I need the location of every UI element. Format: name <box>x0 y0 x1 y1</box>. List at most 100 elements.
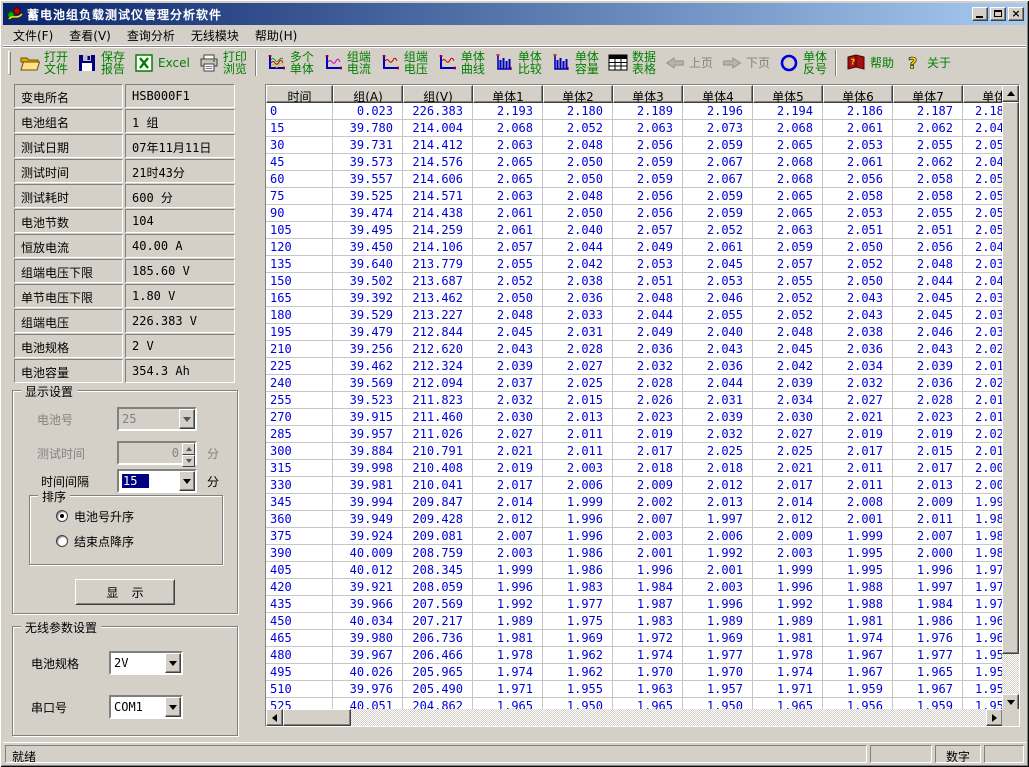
table-row[interactable]: 34539.994209.8472.0141.9992.0022.0132.01… <box>266 494 1003 511</box>
table-cell: 2.018 <box>613 460 683 477</box>
table-row[interactable]: 51039.976205.4901.9711.9551.9631.9571.97… <box>266 681 1003 698</box>
table-row[interactable]: 43539.966207.5691.9921.9771.9871.9961.99… <box>266 596 1003 613</box>
battery-spec-dropdown-button[interactable] <box>165 653 181 673</box>
table-cell: 120 <box>266 239 333 256</box>
scroll-left-button[interactable] <box>266 709 283 726</box>
menu-item-view[interactable]: 查看(V) <box>61 25 119 46</box>
minimize-button[interactable] <box>972 7 988 21</box>
table-cell: 60 <box>266 171 333 188</box>
com-port-select[interactable]: COM1 <box>109 695 183 719</box>
interval-select[interactable]: 15 <box>117 469 197 493</box>
vertical-scrollbar[interactable] <box>1002 85 1019 711</box>
table-row[interactable]: 15039.502213.6872.0522.0382.0512.0532.05… <box>266 273 1003 290</box>
toolbar-multi-cell-curves-button[interactable]: 多个单体 <box>261 48 318 78</box>
table-cell: 2.04 <box>963 154 1003 171</box>
table-row[interactable]: 37539.924209.0812.0071.9962.0032.0062.00… <box>266 528 1003 545</box>
table-row[interactable]: 3039.731214.4122.0632.0482.0562.0592.065… <box>266 137 1003 154</box>
table-row[interactable]: 33039.981210.0412.0172.0062.0092.0122.01… <box>266 477 1003 494</box>
table-row[interactable]: 12039.450214.1062.0572.0442.0492.0612.05… <box>266 239 1003 256</box>
info-row: 测试时间21时43分 <box>8 159 258 184</box>
menu-item-file[interactable]: 文件(F) <box>5 25 61 46</box>
toolbar-cell-curve-button[interactable]: 单体曲线 <box>432 48 489 78</box>
toolbar-about-button[interactable]: ?关于 <box>898 48 955 78</box>
menu-item-query-analysis[interactable]: 查询分析 <box>119 25 183 46</box>
toolbar-open-file-button[interactable]: 打开文件 <box>15 48 72 78</box>
menu-item-help[interactable]: 帮助(H) <box>247 25 305 46</box>
table-cell: 1.96 <box>963 613 1003 630</box>
table-row[interactable]: 7539.525214.5712.0632.0482.0562.0592.065… <box>266 188 1003 205</box>
toolbar-save-report-button[interactable]: 保存报告 <box>72 48 129 78</box>
table-cell: 2.014 <box>753 494 823 511</box>
table-row[interactable]: 6039.557214.6062.0652.0502.0592.0672.068… <box>266 171 1003 188</box>
table-row[interactable]: 46539.980206.7361.9811.9691.9721.9691.98… <box>266 630 1003 647</box>
table-row[interactable]: 9039.474214.4382.0612.0502.0562.0592.065… <box>266 205 1003 222</box>
maximize-button[interactable] <box>990 7 1006 21</box>
toolbar-cell-capacity-button[interactable]: 单体容量 <box>546 48 603 78</box>
table-row[interactable]: 19539.479212.8442.0452.0312.0492.0402.04… <box>266 324 1003 341</box>
table-row[interactable]: 42039.921208.0591.9961.9831.9842.0031.99… <box>266 579 1003 596</box>
toolbar-cell-invert-button[interactable]: 单体反号 <box>774 48 831 78</box>
table-cell: 40.026 <box>333 664 403 681</box>
table-row[interactable]: 18039.529213.2272.0482.0332.0442.0552.05… <box>266 307 1003 324</box>
table-row[interactable]: 25539.523211.8232.0322.0152.0262.0312.03… <box>266 392 1003 409</box>
table-row[interactable]: 21039.256212.6202.0432.0282.0362.0432.04… <box>266 341 1003 358</box>
table-row[interactable]: 28539.957211.0262.0272.0112.0192.0322.02… <box>266 426 1003 443</box>
table-row[interactable]: 13539.640213.7792.0552.0422.0532.0452.05… <box>266 256 1003 273</box>
table-row[interactable]: 40540.012208.3451.9991.9861.9962.0011.99… <box>266 562 1003 579</box>
table-cell: 2.050 <box>543 154 613 171</box>
table-row[interactable]: 24039.569212.0942.0372.0252.0282.0442.03… <box>266 375 1003 392</box>
toolbar-group-current-button[interactable]: 组端电流 <box>318 48 375 78</box>
toolbar-cell-compare-button[interactable]: 单体比较 <box>489 48 546 78</box>
table-row[interactable]: 49540.026205.9651.9741.9621.9701.9701.97… <box>266 664 1003 681</box>
scroll-up-button[interactable] <box>1002 85 1019 102</box>
chart-multi-icon <box>265 53 287 73</box>
scroll-right-button[interactable] <box>986 709 1003 726</box>
interval-dropdown-button[interactable] <box>179 471 195 491</box>
battery-spec-select[interactable]: 2V <box>109 651 183 675</box>
vertical-scrollbar-thumb[interactable] <box>1002 102 1019 654</box>
table-cell: 1.986 <box>893 613 963 630</box>
table-row[interactable]: 48039.967206.4661.9781.9621.9741.9771.97… <box>266 647 1003 664</box>
table-cell: 39.392 <box>333 290 403 307</box>
table-row[interactable]: 36039.949209.4282.0121.9962.0071.9972.01… <box>266 511 1003 528</box>
horizontal-scrollbar-thumb[interactable] <box>283 709 351 726</box>
spin-down-icon <box>186 459 192 466</box>
table-row[interactable]: 30039.884210.7912.0212.0112.0172.0252.02… <box>266 443 1003 460</box>
table-row[interactable]: 4539.573214.5762.0652.0502.0592.0672.068… <box>266 154 1003 171</box>
table-row[interactable]: 22539.462212.3242.0392.0272.0322.0362.04… <box>266 358 1003 375</box>
table-cell: 405 <box>266 562 333 579</box>
table-cell: 2.050 <box>543 171 613 188</box>
toolbar-help-button[interactable]: ?帮助 <box>841 48 898 78</box>
radio-button[interactable] <box>56 510 68 522</box>
table-cell: 2.046 <box>893 324 963 341</box>
table-row[interactable]: 00.023226.3832.1932.1802.1892.1962.1942.… <box>266 103 1003 120</box>
table-cell: 2.021 <box>753 460 823 477</box>
sort-option-1[interactable]: 电池号升序 <box>56 508 134 524</box>
info-row: 电池容量354.3 Ah <box>8 359 258 384</box>
table-row[interactable]: 31539.998210.4082.0192.0032.0182.0182.02… <box>266 460 1003 477</box>
table-cell: 39.921 <box>333 579 403 596</box>
toolbar-excel-export-button[interactable]: Excel <box>129 48 194 78</box>
com-port-dropdown-button[interactable] <box>165 697 181 717</box>
arrow-right-icon <box>721 53 743 73</box>
horizontal-scrollbar[interactable] <box>266 709 1003 726</box>
app-icon <box>7 6 23 22</box>
table-row[interactable]: 10539.495214.2592.0612.0402.0572.0522.06… <box>266 222 1003 239</box>
menu-item-wireless-module[interactable]: 无线模块 <box>183 25 247 46</box>
table-cell: 2.02 <box>963 375 1003 392</box>
toolbar-group-voltage-button[interactable]: 组端电压 <box>375 48 432 78</box>
close-button[interactable]: × <box>1008 7 1024 21</box>
table-row[interactable]: 1539.780214.0042.0682.0522.0632.0732.068… <box>266 120 1003 137</box>
table-cell: 2.063 <box>613 120 683 137</box>
table-row[interactable]: 16539.392213.4622.0502.0362.0482.0462.05… <box>266 290 1003 307</box>
table-row[interactable]: 39040.009208.7592.0031.9862.0011.9922.00… <box>266 545 1003 562</box>
radio-button[interactable] <box>56 535 68 547</box>
table-cell: 1.955 <box>543 681 613 698</box>
toolbar-data-table-button[interactable]: 数据表格 <box>603 48 660 78</box>
sort-option-2[interactable]: 结束点降序 <box>56 533 134 549</box>
show-button[interactable]: 显 示 <box>75 579 175 605</box>
table-cell: 2.028 <box>893 392 963 409</box>
table-row[interactable]: 45040.034207.2171.9891.9751.9831.9891.98… <box>266 613 1003 630</box>
table-row[interactable]: 27039.915211.4602.0302.0132.0232.0392.03… <box>266 409 1003 426</box>
toolbar-print-preview-button[interactable]: 打印浏览 <box>194 48 251 78</box>
